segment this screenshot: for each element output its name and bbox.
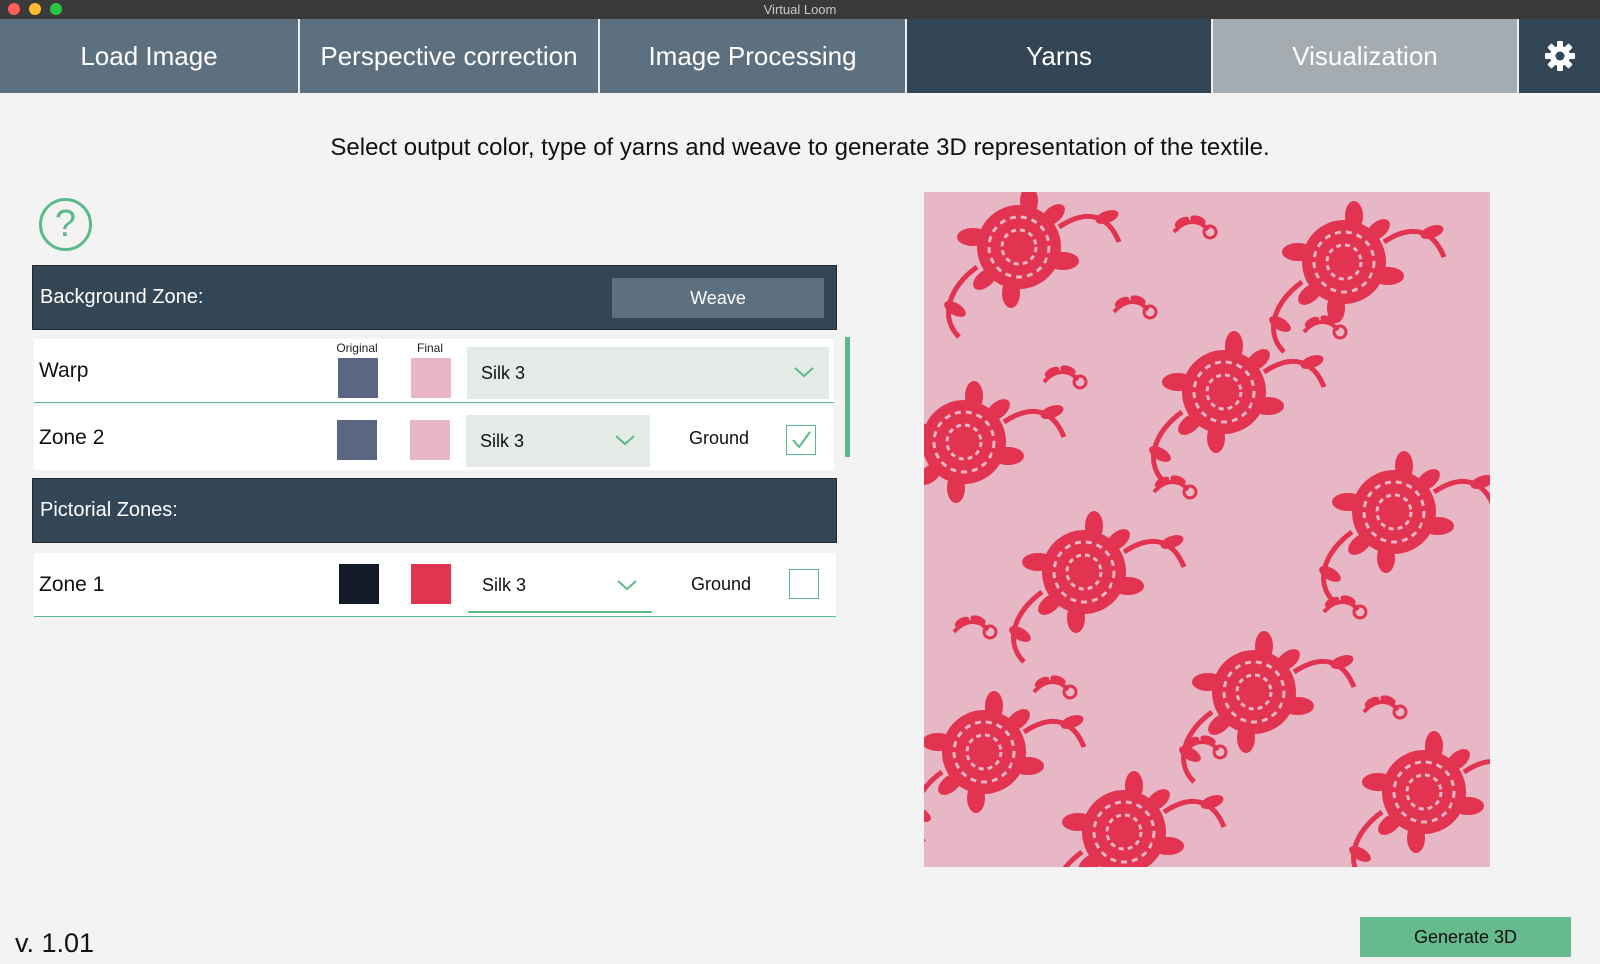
window-title: Virtual Loom: [763, 2, 837, 17]
gear-icon: [1544, 41, 1575, 71]
zone-2-original-color: [337, 420, 377, 460]
window-titlebar: Virtual Loom: [0, 0, 1600, 19]
chevron-down-icon: [794, 367, 814, 378]
zone-1-row: Zone 1 Silk 3 Ground: [34, 553, 836, 617]
settings-button[interactable]: [1519, 19, 1600, 93]
weave-button[interactable]: Weave: [612, 278, 824, 318]
background-zone-header: Background Zone: Weave: [32, 265, 837, 330]
zone-2-row: Zone 2 Silk 3 Ground: [34, 406, 834, 470]
zone-2-yarn-select[interactable]: Silk 3: [466, 415, 650, 467]
zone-1-final-color[interactable]: [411, 564, 451, 604]
zone-1-yarn-value: Silk 3: [482, 575, 527, 595]
zone-1-ground-checkbox[interactable]: [789, 569, 819, 599]
chevron-down-icon: [615, 435, 635, 446]
tab-perspective-correction[interactable]: Perspective correction: [300, 19, 600, 93]
tab-visualization[interactable]: Visualization: [1213, 19, 1519, 93]
generate-3d-button[interactable]: Generate 3D: [1360, 917, 1571, 957]
zone-2-label: Zone 2: [39, 426, 105, 449]
warp-original-color: [338, 358, 378, 398]
tab-load-image[interactable]: Load Image: [0, 19, 300, 93]
zone-1-original-color: [339, 564, 379, 604]
original-column-label: Original: [336, 341, 378, 355]
final-column-label: Final: [416, 341, 443, 355]
zone-1-label: Zone 1: [39, 573, 105, 596]
warp-yarn-select[interactable]: Silk 3: [467, 347, 829, 399]
zone-2-final-color[interactable]: [410, 420, 450, 460]
instruction-text: Select output color, type of yarns and w…: [330, 134, 1270, 161]
main-tabs: Load Image Perspective correction Image …: [0, 19, 1600, 93]
warp-label: Warp: [39, 359, 89, 382]
warp-yarn-value: Silk 3: [481, 362, 526, 383]
zone-2-ground-label: Ground: [689, 428, 750, 448]
warp-final-color[interactable]: [411, 358, 451, 398]
zone-1-ground-label: Ground: [691, 574, 752, 594]
zone-2-yarn-value: Silk 3: [480, 430, 525, 451]
zone-2-ground-checkbox[interactable]: [786, 425, 816, 455]
tab-image-processing[interactable]: Image Processing: [600, 19, 907, 93]
background-zone-scrollbar[interactable]: [845, 337, 850, 457]
version-label: v. 1.01: [15, 928, 95, 958]
textile-preview-image: [924, 192, 1490, 867]
floral-pattern-image: [924, 192, 1490, 867]
question-circle-icon: ?: [54, 203, 77, 245]
background-zone-title: Background Zone:: [40, 286, 204, 308]
pictorial-zones-title: Pictorial Zones:: [40, 499, 178, 521]
warp-row: Warp Original Final Silk 3: [34, 339, 834, 403]
tab-yarns[interactable]: Yarns: [907, 19, 1213, 93]
chevron-down-icon: [617, 580, 637, 591]
zone-1-yarn-select[interactable]: Silk 3: [468, 560, 652, 613]
pictorial-zones-header: Pictorial Zones:: [32, 478, 837, 543]
checkmark-icon: [792, 431, 811, 449]
help-button[interactable]: ?: [39, 198, 92, 251]
